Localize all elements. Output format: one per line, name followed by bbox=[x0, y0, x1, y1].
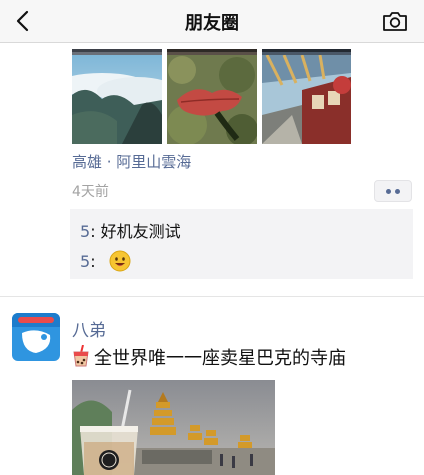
photo-strip-top-1[interactable] bbox=[72, 42, 162, 57]
comment-text: 好机友测试 bbox=[100, 222, 181, 241]
watermark-text: 好机友 bbox=[16, 463, 44, 473]
watermark-label: 好机友 bbox=[4, 460, 44, 473]
camera-icon[interactable] bbox=[382, 9, 408, 33]
avatar[interactable] bbox=[12, 313, 60, 361]
photo-temple-starbucks[interactable] bbox=[72, 380, 275, 475]
poster-name[interactable]: 八弟 bbox=[72, 316, 106, 341]
top-nav-bar: 朋友圈 bbox=[0, 0, 424, 43]
photo-red-leaf[interactable] bbox=[167, 55, 257, 144]
dot-icon bbox=[386, 189, 391, 194]
comment-author[interactable]: 5 bbox=[80, 222, 90, 241]
post-text-content: 全世界唯一一座卖星巴克的寺庙 bbox=[94, 348, 346, 369]
post-divider bbox=[0, 296, 424, 297]
comment-like-button[interactable] bbox=[374, 180, 412, 202]
post-text: 全世界唯一一座卖星巴克的寺庙 bbox=[72, 344, 346, 370]
post-time: 4天前 bbox=[72, 184, 109, 200]
photo-strip-top-3[interactable] bbox=[262, 42, 351, 57]
comment-author[interactable]: 5 bbox=[80, 252, 90, 271]
comment-item[interactable]: 5: bbox=[80, 250, 131, 272]
comment-section: 5: 好机友测试 5: bbox=[70, 209, 413, 279]
photo-strip-top-2[interactable] bbox=[167, 42, 257, 57]
bubble-tea-icon bbox=[73, 344, 89, 367]
smiley-emoji-icon bbox=[109, 250, 131, 272]
photo-train-station[interactable] bbox=[262, 55, 351, 144]
photo-sea-of-clouds[interactable] bbox=[72, 55, 162, 144]
comment-item[interactable]: 5: 好机友测试 bbox=[80, 218, 181, 242]
watermark-logo-icon bbox=[4, 462, 14, 471]
page-title: 朋友圈 bbox=[185, 13, 239, 34]
location-link[interactable]: 高雄 · 阿里山雲海 bbox=[72, 151, 191, 172]
dot-icon bbox=[395, 189, 400, 194]
